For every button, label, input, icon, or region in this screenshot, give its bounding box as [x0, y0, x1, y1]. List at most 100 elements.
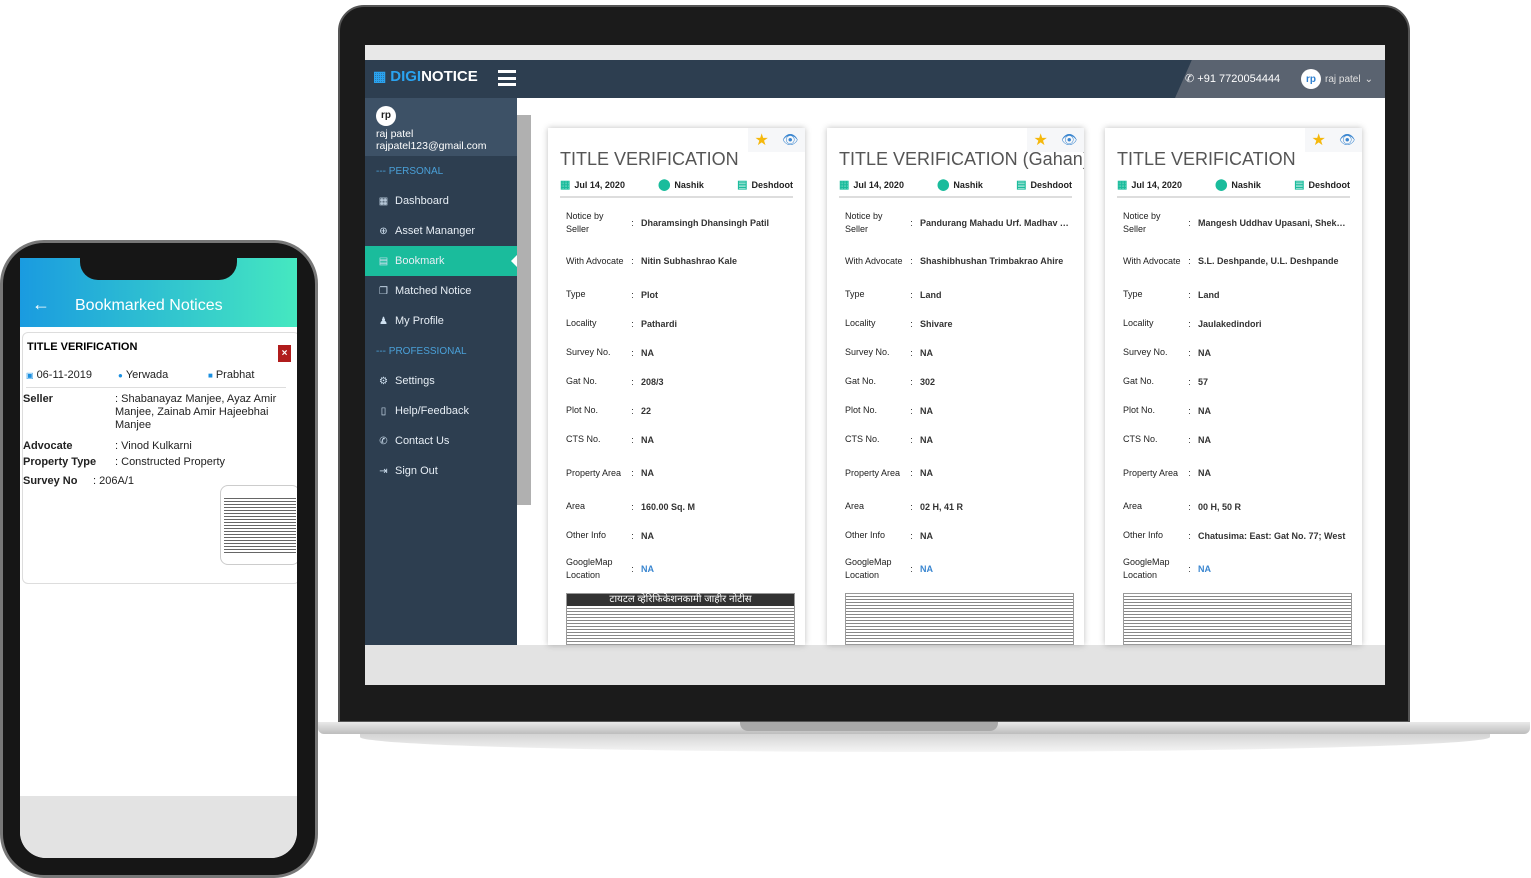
location-icon: ●: [118, 371, 123, 380]
field-row: Type: Land: [1123, 289, 1220, 300]
sidebar-item-contact-us[interactable]: ✆ Contact Us: [365, 426, 517, 456]
calendar-icon: ▣: [26, 371, 34, 380]
field-row: Other Info: Chatusima: East: Gat No. 77; …: [1123, 530, 1346, 541]
notice-title: TITLE VERIFICATION: [560, 149, 739, 169]
star-icon[interactable]: ★: [1312, 130, 1326, 150]
background-strip: [517, 115, 531, 505]
field-row: CTS No.: NA: [1123, 434, 1211, 445]
footer-band: [365, 645, 1385, 685]
field-row: Property Type: Constructed Property: [23, 456, 226, 468]
field-row: Other Info: NA: [845, 530, 933, 541]
phone-title: Bookmarked Notices: [75, 297, 223, 314]
gear-icon: ⚙: [379, 375, 388, 387]
dashboard-icon: ▦: [378, 195, 389, 207]
field-row: Survey No.: NA: [845, 347, 933, 358]
notice-card[interactable]: TITLE VERIFICATION × ▣ 06-11-2019 ● Yerwad…: [22, 332, 297, 584]
field-row: With Advocate: S.L. Deshpande, U.L. Deshp…: [1123, 255, 1339, 267]
section-personal: --- PERSONAL: [376, 166, 444, 177]
star-icon[interactable]: ★: [755, 130, 769, 150]
sidebar-item-bookmark[interactable]: ▤ Bookmark: [365, 246, 517, 276]
field-row: Locality: Shivare: [845, 318, 953, 329]
calendar-icon: ▦: [1117, 179, 1128, 191]
calendar-icon: ▦: [839, 179, 850, 191]
phone-icon: ✆: [1185, 73, 1195, 85]
back-arrow-icon[interactable]: ←: [32, 294, 50, 315]
notice-title: TITLE VERIFICATION: [1117, 149, 1296, 169]
delete-icon[interactable]: ×: [278, 345, 291, 362]
field-row: Notice by Seller: Pandurang Mahadu Urf. M…: [845, 211, 1072, 234]
field-row: Locality: Jaulakedindori: [1123, 318, 1262, 329]
eye-icon[interactable]: 👁: [1339, 132, 1356, 148]
document-icon: ▯: [380, 405, 387, 417]
notice-meta: ▦ Jul 14, 2020 ⬤ Nashik ▤ Deshdoot: [839, 178, 1072, 198]
newspaper-clipping-thumbnail[interactable]: [220, 485, 297, 565]
field-row: Advocate: Vinod Kulkarni: [23, 440, 192, 452]
sidebar-item-settings[interactable]: ⚙ Settings: [365, 366, 517, 396]
field-row: Locality: Pathardi: [566, 318, 678, 329]
newspaper-icon: ▤: [737, 179, 748, 191]
newspaper-icon: ▤: [1294, 179, 1305, 191]
field-row: Type: Land: [845, 289, 942, 300]
newspaper-clipping[interactable]: [1123, 593, 1352, 645]
field-row: With Advocate: Nitin Subhashrao Kale: [566, 255, 738, 267]
field-row: GoogleMap Location: NA: [845, 557, 933, 580]
bookmark-icon: ▤: [378, 255, 389, 267]
field-row: Survey No.: NA: [566, 347, 654, 358]
browser-strip: [365, 45, 1385, 60]
laptop-base: [360, 734, 1490, 752]
notice-card[interactable]: ★ 👁 TITLE VERIFICATION ▦ Jul 14, 2020 ⬤ Nash…: [1105, 128, 1362, 645]
field-row: With Advocate: Shashibhushan Trimbakrao A…: [845, 255, 1064, 267]
sidebar-item-dashboard[interactable]: ▦ Dashboard: [365, 186, 517, 216]
sidebar-item-help-feedback[interactable]: ▯ Help/Feedback: [365, 396, 517, 426]
sidebar-item-sign-out[interactable]: ⇥ Sign Out: [365, 456, 517, 486]
field-row: Property Area: NA: [566, 467, 654, 479]
field-row: Area:160.00 Sq. M: [566, 501, 696, 512]
location-icon: ⬤: [658, 179, 671, 191]
field-row: Other Info: NA: [566, 530, 654, 541]
notice-meta: ▦ Jul 14, 2020 ⬤ Nashik ▤ Deshdoot: [1117, 178, 1350, 198]
contact-phone: ✆ +91 7720054444: [1185, 73, 1281, 85]
eye-icon[interactable]: 👁: [782, 132, 799, 148]
user-menu[interactable]: rp raj patel ⌄: [1301, 69, 1373, 89]
phone-bottom-bar: [20, 796, 297, 858]
logo[interactable]: ▦ DIGI NOTICE: [373, 68, 478, 85]
field-row: Notice by Seller: Mangesh Uddhav Upasani,…: [1123, 211, 1350, 234]
field-row: Plot No.:22: [566, 405, 652, 416]
phone-notch: [80, 252, 237, 280]
hamburger-menu-icon[interactable]: [498, 70, 516, 86]
laptop-screen: ▦ DIGI NOTICE ✆ +91 7720054444 rp raj patel…: [365, 45, 1385, 685]
field-row: Area:02 H, 41 R: [845, 501, 964, 512]
notice-card[interactable]: ★ 👁 TITLE VERIFICATION ▦ Jul 14, 2020 ⬤ Nash…: [548, 128, 805, 645]
field-row: Plot No.: NA: [845, 405, 933, 416]
location-icon: ⬤: [937, 179, 950, 191]
sign-out-icon: ⇥: [379, 465, 388, 477]
laptop-hinge-notch: [740, 722, 998, 731]
calendar-icon: ▦: [560, 179, 571, 191]
notice-title: TITLE VERIFICATION: [27, 341, 138, 353]
sidebar-item-my-profile[interactable]: ♟ My Profile: [365, 306, 517, 336]
field-row: Gat No.:57: [1123, 376, 1209, 387]
newspaper-icon: ■: [208, 371, 213, 380]
star-icon[interactable]: ★: [1034, 130, 1048, 150]
field-row: Plot No.: NA: [1123, 405, 1211, 416]
sidebar-item-matched-notice[interactable]: ❐ Matched Notice: [365, 276, 517, 306]
notice-title: TITLE VERIFICATION (Gahan): [839, 149, 1084, 169]
section-professional: --- PROFESSIONAL: [376, 346, 467, 357]
field-row: Seller: Shabanayaz Manjee, Ayaz Amir Man…: [23, 393, 277, 431]
field-row: Property Area: NA: [845, 467, 933, 479]
field-row: Gat No.:302: [845, 376, 936, 387]
newspaper-clipping[interactable]: टायटल व्हेरिफिकेशनकामी जाहीर नोटीस: [566, 593, 795, 645]
sidebar-item-asset-mananger[interactable]: ⊕ Asset Mananger: [365, 216, 517, 246]
newspaper-clipping[interactable]: [845, 593, 1074, 645]
notice-card[interactable]: ★ 👁 TITLE VERIFICATION (Gahan) ▦ Jul 14, 2…: [827, 128, 1084, 645]
field-row: Survey No.: NA: [1123, 347, 1211, 358]
field-row: Notice by Seller: Dharamsingh Dhansingh P…: [566, 211, 770, 234]
field-row: Type: Plot: [566, 289, 658, 300]
phone-icon: ✆: [379, 435, 388, 447]
field-row: Survey No: 206A/1: [23, 475, 134, 487]
field-row: Gat No.:208/3: [566, 376, 664, 387]
newspaper-icon: ▤: [1016, 179, 1027, 191]
eye-icon[interactable]: 👁: [1061, 132, 1078, 148]
field-row: Property Area: NA: [1123, 467, 1211, 479]
copy-icon: ❐: [379, 285, 388, 297]
